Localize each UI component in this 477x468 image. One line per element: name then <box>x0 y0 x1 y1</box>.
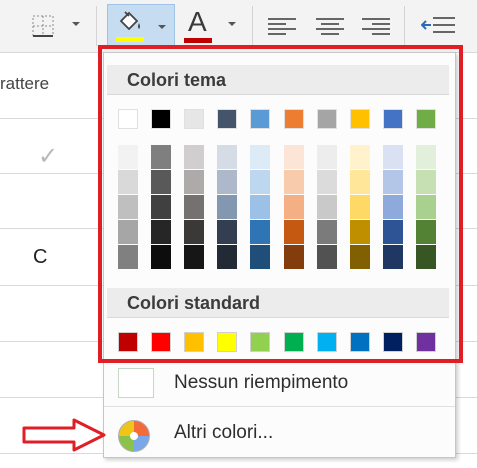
decrease-indent-button[interactable] <box>418 10 458 42</box>
checkmark-icon: ✓ <box>38 143 59 170</box>
more-colors-label: Altri colori... <box>174 422 274 443</box>
color-palette-icon <box>118 420 150 452</box>
paint-bucket-icon <box>119 11 140 31</box>
arrow-annotation-icon <box>22 418 106 452</box>
font-color-button[interactable]: A <box>188 8 207 36</box>
align-left-icon[interactable] <box>268 18 296 36</box>
font-color-letter: A <box>188 6 207 37</box>
no-fill-label: Nessun riempimento <box>174 372 349 393</box>
no-fill-menu-item[interactable]: Nessun riempimento <box>104 362 455 404</box>
fill-color-indicator <box>116 37 144 42</box>
menu-divider <box>104 406 455 407</box>
no-fill-icon <box>118 368 154 398</box>
decrease-indent-icon <box>421 17 455 33</box>
toolbar-separator <box>404 6 405 46</box>
align-center-icon[interactable] <box>316 18 344 36</box>
align-right-icon[interactable] <box>362 18 390 36</box>
fill-color-dropdown-icon[interactable] <box>158 25 166 29</box>
highlight-frame <box>98 45 463 363</box>
cell-value[interactable]: C <box>33 246 47 269</box>
more-colors-menu-item[interactable]: Altri colori... <box>104 412 455 454</box>
borders-button[interactable] <box>28 10 58 42</box>
column-header-label: rattere <box>0 74 50 93</box>
font-color-dropdown-icon[interactable] <box>228 22 236 26</box>
toolbar-separator <box>96 6 97 46</box>
toolbar-separator <box>252 6 253 46</box>
borders-icon <box>32 15 54 37</box>
borders-dropdown-icon[interactable] <box>72 22 80 26</box>
font-color-indicator <box>184 38 212 43</box>
fill-color-button[interactable] <box>107 4 175 48</box>
